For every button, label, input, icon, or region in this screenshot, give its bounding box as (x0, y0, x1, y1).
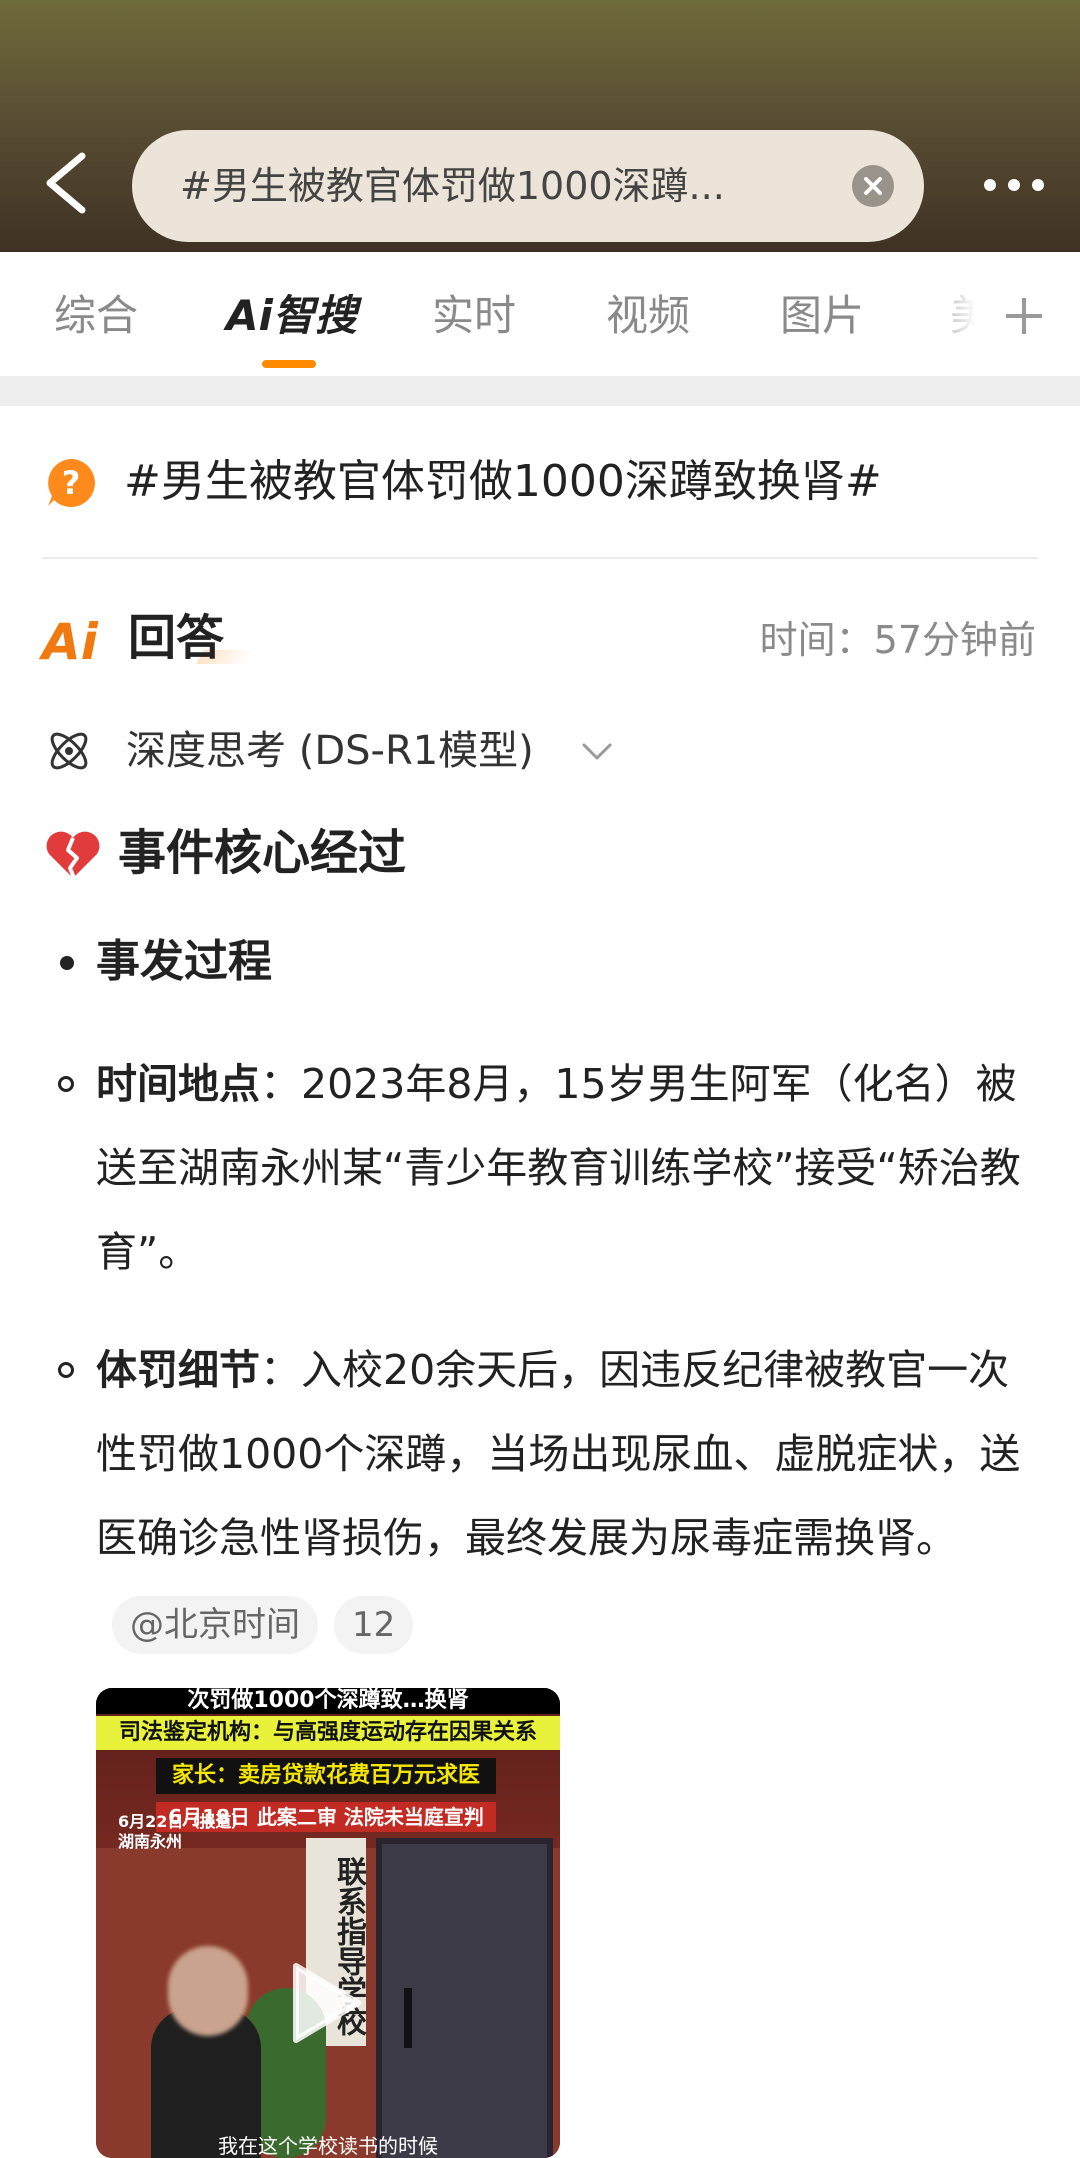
bullet-ring (58, 1076, 74, 1092)
video-banner-3: 家长：卖房贷款花费百万元求医 (156, 1758, 496, 1794)
more-dots-icon (984, 179, 996, 191)
deep-think-toggle[interactable]: 深度思考 (DS-R1模型) (126, 722, 534, 780)
paragraph-time-location: 时间地点：2023年8月，15岁男生阿军（化名）被送至湖南永州某“青少年教育训练… (96, 1042, 1046, 1294)
video-banner-1: 次罚做1000个深蹲致…换肾 (96, 1688, 560, 1714)
answer-label: 回答 (128, 610, 225, 666)
play-button[interactable] (286, 1958, 366, 2048)
search-tabs: 综合 Ai智搜 实时 视频 图片 美 (0, 252, 1080, 376)
video-person-head-blurred (168, 1946, 248, 2036)
bullet-ring (58, 1362, 74, 1378)
video-date-line: 6月22日（报道） (118, 1812, 248, 1831)
svg-text:?: ? (62, 464, 81, 502)
answer-timestamp: 时间：57分钟前 (759, 618, 1036, 662)
paragraph-punishment-detail: 体罚细节：入校20余天后，因违反纪律被教官一次性罚做1000个深蹲，当场出现尿血… (96, 1328, 1046, 1664)
chevron-left-icon (46, 152, 86, 214)
play-icon (293, 1963, 361, 2043)
tab-images[interactable]: 图片 (780, 288, 864, 344)
divider (42, 557, 1038, 559)
item-key: 体罚细节 (96, 1346, 260, 1394)
section-separator (0, 376, 1080, 406)
video-door-handle (404, 1988, 412, 2048)
plus-icon (1006, 298, 1042, 334)
more-dots-icon (1032, 179, 1044, 191)
reference-count-chip[interactable]: 12 (334, 1596, 414, 1654)
search-input[interactable]: #男生被教官体罚做1000深蹲... (132, 130, 924, 242)
video-banner-2: 司法鉴定机构：与高强度运动存在因果关系 (96, 1716, 560, 1750)
chevron-down-icon[interactable] (580, 740, 614, 764)
add-tab-button[interactable] (1000, 292, 1048, 340)
question-icon: ? (44, 456, 98, 510)
clear-circle-icon (864, 177, 882, 195)
atom-icon (44, 726, 94, 776)
tab-comprehensive[interactable]: 综合 (54, 288, 138, 344)
section-title: 事件核心经过 (118, 825, 407, 881)
bullet-dot (60, 956, 74, 970)
video-caption: 我在这个学校读书的时候 (218, 2134, 438, 2158)
video-date: 6月22日（报道） 湖南永州 (118, 1812, 247, 1852)
tab-video[interactable]: 视频 (606, 288, 690, 344)
source-chip[interactable]: @北京时间 (112, 1596, 318, 1654)
tab-ai-search[interactable]: Ai智搜 (226, 288, 357, 344)
more-dots-icon (1008, 179, 1020, 191)
sub-heading: 事发过程 (96, 936, 272, 987)
clear-search-button[interactable] (852, 165, 894, 207)
video-thumbnail[interactable]: 联系指导学校 次罚做1000个深蹲致…换肾 司法鉴定机构：与高强度运动存在因果关… (96, 1688, 560, 2158)
broken-heart-icon (44, 828, 102, 880)
ai-logo: Ai (42, 613, 98, 671)
question-title[interactable]: #男生被教官体罚做1000深蹲致换肾# (124, 450, 882, 514)
item-key: 时间地点 (96, 1060, 260, 1108)
video-location-line: 湖南永州 (118, 1832, 183, 1851)
top-header: #男生被教官体罚做1000深蹲... (0, 0, 1080, 252)
back-button[interactable] (40, 150, 92, 216)
active-tab-indicator (262, 360, 316, 368)
video-door (376, 1838, 553, 2158)
tab-realtime[interactable]: 实时 (432, 288, 516, 344)
search-query-text: #男生被教官体罚做1000深蹲... (180, 164, 725, 208)
more-options-button[interactable] (980, 165, 1050, 205)
